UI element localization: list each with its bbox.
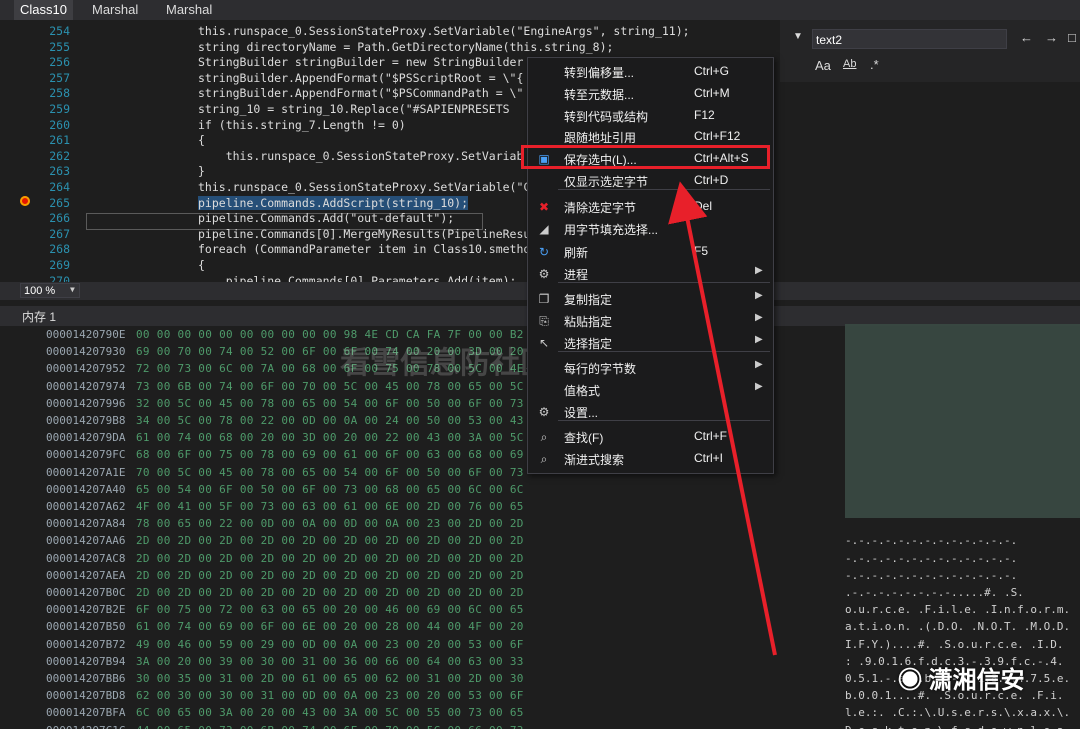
- annotation-arrow: [668, 181, 777, 656]
